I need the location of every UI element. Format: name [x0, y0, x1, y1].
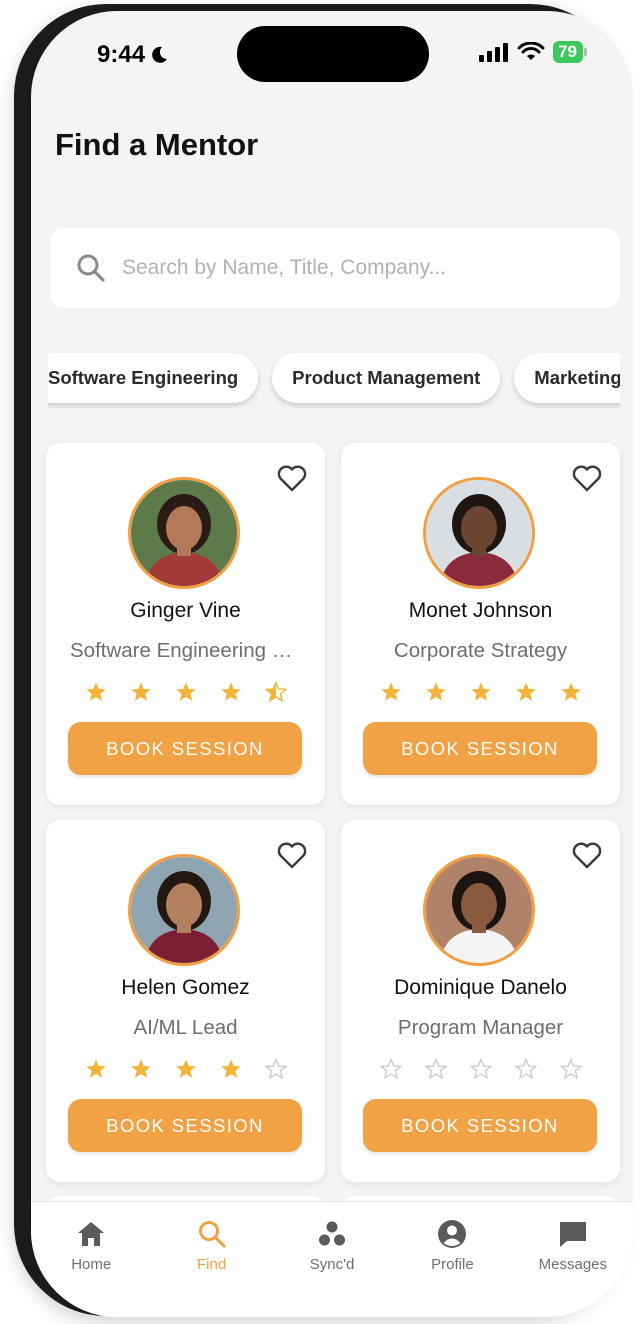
mentor-name: Monet Johnson: [408, 599, 553, 622]
star-icon: [470, 682, 491, 701]
signal-icon: [479, 43, 509, 62]
mentor-title: AI/ML Lead: [133, 1016, 238, 1039]
profile-icon: [438, 1220, 467, 1248]
star-icon: [175, 682, 196, 701]
clock-text: 9:44: [97, 41, 146, 68]
rating-stars: [341, 1058, 620, 1080]
mentor-name: Dominique Danelo: [394, 976, 567, 999]
favorite-heart-icon[interactable]: [275, 838, 309, 872]
home-icon: [78, 1222, 105, 1246]
avatar-image: [131, 857, 237, 963]
favorite-heart-icon[interactable]: [570, 838, 604, 872]
moon-icon: [152, 46, 168, 63]
tab-bar: Home Find Sync'd Profile Messages: [31, 1201, 633, 1317]
avatar[interactable]: [423, 477, 535, 589]
category-chips: Software Engineering Product Management …: [48, 347, 620, 409]
battery-level: 79: [558, 42, 577, 61]
mentor-title: Program Manager: [397, 1016, 564, 1039]
avatar[interactable]: [128, 477, 240, 589]
dynamic-island: [237, 26, 429, 82]
search-icon: [77, 254, 105, 282]
book-session-button[interactable]: BOOK SESSION: [68, 1099, 302, 1152]
rating-stars: [46, 1058, 325, 1080]
star-icon: [380, 682, 401, 701]
mentor-card[interactable]: Dominique Danelo Program Manager BOOK SE…: [341, 820, 620, 1182]
tab-syncd[interactable]: Sync'd: [272, 1202, 392, 1317]
mentor-card[interactable]: Ginger Vine Software Engineering Manager…: [46, 443, 325, 805]
tab-label: Profile: [431, 1256, 474, 1273]
status-indicators: 79: [479, 41, 587, 63]
favorite-heart-icon[interactable]: [570, 461, 604, 495]
empty-star-icon: [559, 1058, 582, 1080]
empty-star-icon: [264, 1058, 287, 1080]
star-icon: [130, 1059, 151, 1078]
avatar-image: [426, 857, 532, 963]
empty-star-icon: [514, 1058, 537, 1080]
mentor-title: Corporate Strategy: [393, 639, 568, 662]
star-icon: [220, 1059, 241, 1078]
rating-stars: [341, 681, 620, 703]
tab-messages[interactable]: Messages: [513, 1202, 633, 1317]
tab-label: Messages: [538, 1256, 608, 1273]
chip-product-management[interactable]: Product Management: [272, 353, 501, 403]
star-icon: [220, 682, 241, 701]
favorite-heart-icon[interactable]: [275, 461, 309, 495]
search-bar[interactable]: Search by Name, Title, Company...: [50, 228, 620, 308]
book-session-button[interactable]: BOOK SESSION: [68, 722, 302, 775]
tab-profile[interactable]: Profile: [392, 1202, 512, 1317]
search-input[interactable]: Search by Name, Title, Company...: [122, 256, 446, 280]
sync-dots-icon: [319, 1221, 346, 1246]
star-icon: [175, 1059, 196, 1078]
status-time: 9:44: [97, 41, 169, 69]
tab-home[interactable]: Home: [31, 1202, 151, 1317]
tab-label: Find: [197, 1256, 227, 1273]
star-icon: [85, 682, 106, 701]
empty-star-icon: [379, 1058, 402, 1080]
star-icon: [515, 682, 536, 701]
app-screen: 9:44 79 Find a Mentor Search by Name, Ti…: [31, 11, 633, 1317]
mentor-title: Software Engineering Manager: [70, 639, 325, 662]
page-title: Find a Mentor: [55, 127, 259, 162]
half-star-icon: [264, 681, 287, 703]
search-icon: [198, 1221, 226, 1248]
phone-frame: 9:44 79 Find a Mentor Search by Name, Ti…: [14, 4, 633, 1317]
tab-label: Home: [71, 1256, 112, 1273]
tab-find[interactable]: Find: [151, 1202, 271, 1317]
wifi-icon: [517, 42, 545, 60]
star-icon: [85, 1059, 106, 1078]
chip-marketing[interactable]: Marketing: [514, 353, 620, 403]
avatar-image: [131, 480, 237, 586]
star-icon: [130, 682, 151, 701]
rating-stars: [46, 681, 325, 703]
star-icon: [560, 682, 581, 701]
star-icon: [425, 682, 446, 701]
tab-label: Sync'd: [309, 1256, 355, 1273]
chip-software-engineering[interactable]: Software Engineering: [48, 353, 259, 403]
empty-star-icon: [469, 1058, 492, 1080]
mentor-card[interactable]: Helen Gomez AI/ML Lead BOOK SESSION: [46, 820, 325, 1182]
mentor-name: Ginger Vine: [130, 599, 241, 622]
avatar[interactable]: [423, 854, 535, 966]
mentor-name: Helen Gomez: [121, 976, 250, 999]
avatar-image: [426, 480, 532, 586]
message-icon: [559, 1222, 586, 1247]
mentor-card[interactable]: Monet Johnson Corporate Strategy BOOK SE…: [341, 443, 620, 805]
book-session-button[interactable]: BOOK SESSION: [363, 722, 597, 775]
empty-star-icon: [424, 1058, 447, 1080]
battery-icon: 79: [553, 41, 587, 63]
book-session-button[interactable]: BOOK SESSION: [363, 1099, 597, 1152]
avatar[interactable]: [128, 854, 240, 966]
